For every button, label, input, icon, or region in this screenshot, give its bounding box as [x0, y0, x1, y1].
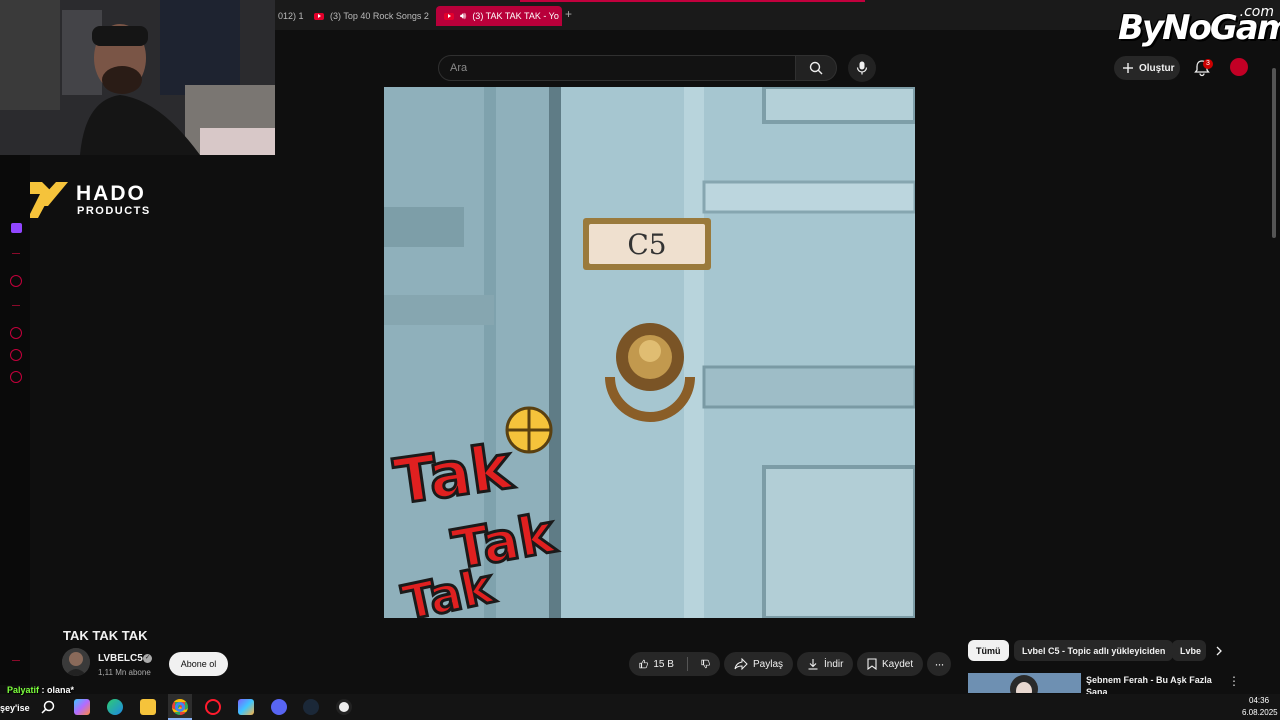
file-explorer-icon[interactable]	[140, 699, 156, 715]
download-button[interactable]: İndir	[797, 652, 854, 676]
taskbar-clock-date[interactable]: 6.08.2025	[1242, 708, 1278, 717]
search-icon	[809, 61, 823, 75]
chrome-browser-icon[interactable]	[172, 699, 188, 715]
tab-accent-line	[520, 0, 865, 2]
taskbar-left-text: şey'ise	[0, 703, 30, 713]
notification-count-badge: 3	[1203, 59, 1213, 69]
chat-username: Palyatif	[7, 685, 40, 695]
hado-brand-name: HADO	[76, 182, 146, 205]
door-plate-label: C5	[627, 228, 666, 261]
microphone-icon	[856, 61, 868, 75]
new-tab-button[interactable]: +	[565, 7, 572, 21]
taskbar-clock-time[interactable]: 04:36	[1249, 696, 1269, 705]
like-count[interactable]: 15 B	[653, 659, 674, 670]
voice-search-button[interactable]	[848, 54, 876, 82]
stream-chat-message: Palyatif : olana*	[7, 685, 74, 695]
youtube-icon	[444, 12, 454, 20]
related-thumbnail-image	[968, 673, 1081, 693]
stream-overlay-sidebar	[0, 155, 30, 685]
copilot-icon[interactable]	[74, 699, 90, 715]
taskbar-search-icon[interactable]	[40, 699, 56, 715]
video-title: TAK TAK TAK	[63, 628, 148, 643]
share-arrow-icon	[734, 658, 748, 670]
webcam-overlay	[0, 0, 275, 155]
youtube-circle-icon	[10, 275, 22, 287]
chevron-right-icon[interactable]	[1214, 645, 1224, 657]
clock-icon	[10, 327, 22, 339]
twitch-icon	[11, 223, 22, 233]
more-actions-button[interactable]: ···	[927, 652, 951, 676]
chip-all[interactable]: Tümü	[968, 640, 1009, 661]
channel-name[interactable]: LVBELC5	[98, 653, 143, 664]
create-button[interactable]: Oluştur	[1114, 56, 1180, 80]
create-button-label: Oluştur	[1139, 62, 1175, 74]
opera-gx-icon[interactable]	[205, 699, 221, 715]
screen: 012) 1 (3) Top 40 Rock Songs 2 🔊︎ (3) TA…	[0, 0, 1280, 720]
youtube-icon	[314, 12, 324, 20]
channel-avatar[interactable]	[62, 648, 90, 676]
hado-brand-sub: PRODUCTS	[77, 205, 151, 217]
share-button-label: Paylaş	[753, 658, 784, 670]
browser-tab-2-label: (3) Top 40 Rock Songs 2	[330, 11, 429, 21]
page-scrollbar[interactable]	[1270, 56, 1278, 238]
browser-tab-1-label: 012) 1	[278, 11, 304, 21]
chat-text: : olana*	[41, 685, 75, 695]
account-avatar[interactable]	[1230, 58, 1248, 76]
related-video-thumbnail[interactable]	[968, 673, 1081, 693]
like-thumb-icon[interactable]	[639, 658, 649, 670]
scrollbar-thumb[interactable]	[1272, 68, 1276, 238]
download-button-label: İndir	[824, 658, 844, 670]
app-icon[interactable]	[238, 699, 254, 715]
discord-icon[interactable]	[271, 699, 287, 715]
divider	[12, 253, 20, 254]
divider	[12, 305, 20, 306]
instagram-icon	[10, 371, 22, 383]
chip-uploader[interactable]: Lvbel C5 - Topic adlı yükleyiciden	[1014, 640, 1174, 661]
windows-taskbar	[0, 694, 1280, 720]
search-input[interactable]: Ara	[438, 55, 796, 81]
save-button[interactable]: Kaydet	[857, 652, 924, 676]
related-video-title[interactable]: Şebnem Ferah - Bu Aşk Fazla Sana	[1086, 674, 1216, 694]
search-button[interactable]	[795, 55, 837, 81]
subscribe-button[interactable]: Abone ol	[169, 652, 228, 676]
browser-tab-3-label: (3) TAK TAK TAK - Yo	[472, 11, 559, 21]
browser-tab-2[interactable]: (3) Top 40 Rock Songs 2	[306, 6, 430, 26]
like-dislike-group: 15 B	[629, 652, 720, 676]
verified-check-icon: ✓	[143, 654, 152, 663]
plus-icon	[1123, 63, 1133, 73]
divider	[686, 657, 688, 671]
more-dots-icon: ···	[934, 657, 945, 671]
channel-subscriber-count: 1,11 Mn abone	[98, 668, 151, 677]
webcam-feed-image	[0, 0, 275, 155]
download-icon	[808, 659, 818, 670]
chat-bubble-icon	[10, 349, 22, 361]
bynogame-watermark: ByNoGame .com	[1108, 0, 1280, 52]
divider	[12, 660, 20, 661]
steam-icon[interactable]	[303, 699, 319, 715]
chip-lvbel[interactable]: Lvbe	[1172, 640, 1206, 661]
share-button[interactable]: Paylaş	[724, 652, 794, 676]
browser-tab-1[interactable]: 012) 1	[270, 6, 304, 26]
hado-sponsor-logo: HADO PRODUCTS	[4, 164, 178, 224]
bookmark-icon	[867, 658, 877, 670]
obs-icon[interactable]	[336, 699, 352, 715]
watermark-logo-suffix: .com	[1239, 4, 1274, 20]
browser-tab-active[interactable]: 🔊︎ (3) TAK TAK TAK - Yo	[436, 6, 562, 26]
edge-browser-icon[interactable]	[107, 699, 123, 715]
related-more-menu-icon[interactable]: ⋮	[1228, 674, 1240, 688]
video-frame-door-art: C5 Tak Tak Tak	[384, 87, 915, 618]
video-player[interactable]: C5 Tak Tak Tak	[384, 87, 915, 618]
speaker-icon: 🔊︎	[460, 10, 467, 22]
dislike-thumb-icon[interactable]	[701, 658, 710, 670]
channel-avatar-image	[62, 648, 90, 676]
save-button-label: Kaydet	[882, 658, 914, 670]
